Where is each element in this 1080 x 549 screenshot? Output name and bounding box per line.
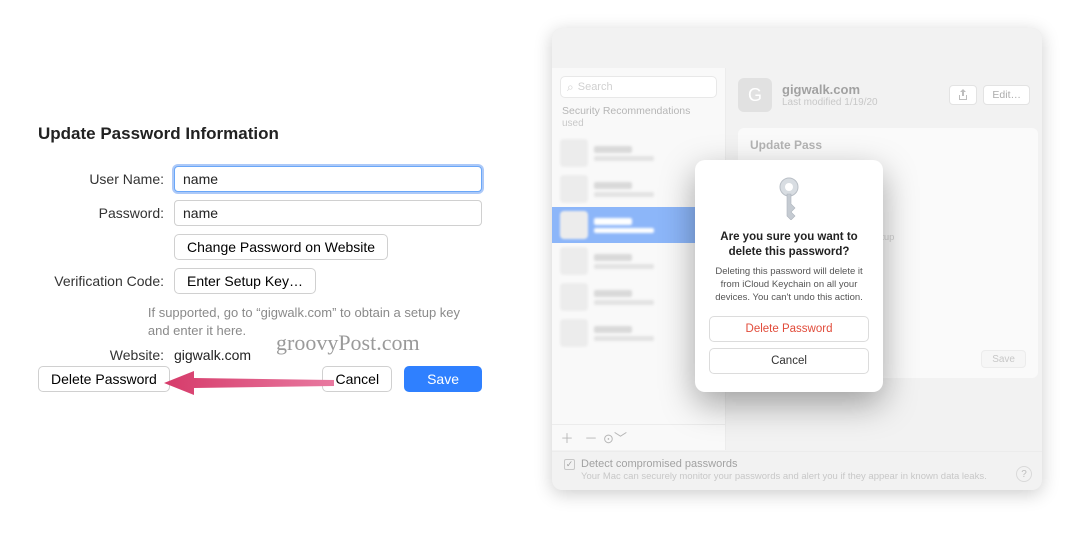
panel-title: Update Password Information xyxy=(38,124,482,144)
window-footer: ✓ Detect compromised passwords Your Mac … xyxy=(552,451,1042,490)
remove-button[interactable]: － xyxy=(580,428,602,448)
detect-compromised-checkbox[interactable]: ✓ xyxy=(564,459,575,470)
dialog-title: Are you sure you want to delete this pas… xyxy=(709,230,869,260)
change-password-on-website-button[interactable]: Change Password on Website xyxy=(174,234,388,260)
username-input[interactable]: name xyxy=(174,166,482,192)
options-menu-button[interactable]: ⊙﹀ xyxy=(604,428,626,448)
share-button[interactable] xyxy=(949,85,977,105)
password-input[interactable]: name xyxy=(174,200,482,226)
verification-label: Verification Code: xyxy=(38,273,174,289)
username-label: User Name: xyxy=(38,171,174,187)
website-label: Website: xyxy=(38,347,174,363)
save-button[interactable]: Save xyxy=(404,366,482,392)
setup-key-hint: If supported, go to “gigwalk.com” to obt… xyxy=(148,304,482,339)
search-icon xyxy=(567,80,574,95)
website-value: gigwalk.com xyxy=(174,347,251,363)
site-avatar: G xyxy=(738,78,772,112)
edit-button[interactable]: Edit… xyxy=(983,85,1030,105)
confirm-delete-dialog: Are you sure you want to delete this pas… xyxy=(695,160,883,392)
sidebar-search-input[interactable]: Search xyxy=(560,76,717,98)
site-domain: gigwalk.com xyxy=(782,82,878,97)
dialog-cancel-button[interactable]: Cancel xyxy=(709,348,869,374)
delete-password-button[interactable]: Delete Password xyxy=(38,366,170,392)
update-password-panel: Update Password Information User Name: n… xyxy=(16,100,504,410)
password-label: Password: xyxy=(38,205,174,221)
help-button[interactable]: ? xyxy=(1016,466,1032,482)
security-recommendations-sub: used xyxy=(552,118,725,135)
confirm-delete-button[interactable]: Delete Password xyxy=(709,316,869,342)
add-button[interactable]: ＋ xyxy=(556,428,578,448)
key-icon xyxy=(709,176,869,220)
cancel-button[interactable]: Cancel xyxy=(322,366,392,392)
share-icon xyxy=(958,89,968,101)
detect-compromised-sub: Your Mac can securely monitor your passw… xyxy=(581,471,1030,482)
enter-setup-key-button[interactable]: Enter Setup Key… xyxy=(174,268,316,294)
last-modified-label: Last modified 1/19/20 xyxy=(782,97,878,108)
security-recommendations-header: Security Recommendations xyxy=(552,102,725,118)
dialog-message: Deleting this password will delete it fr… xyxy=(709,266,869,304)
detect-compromised-label: Detect compromised passwords xyxy=(581,458,738,470)
